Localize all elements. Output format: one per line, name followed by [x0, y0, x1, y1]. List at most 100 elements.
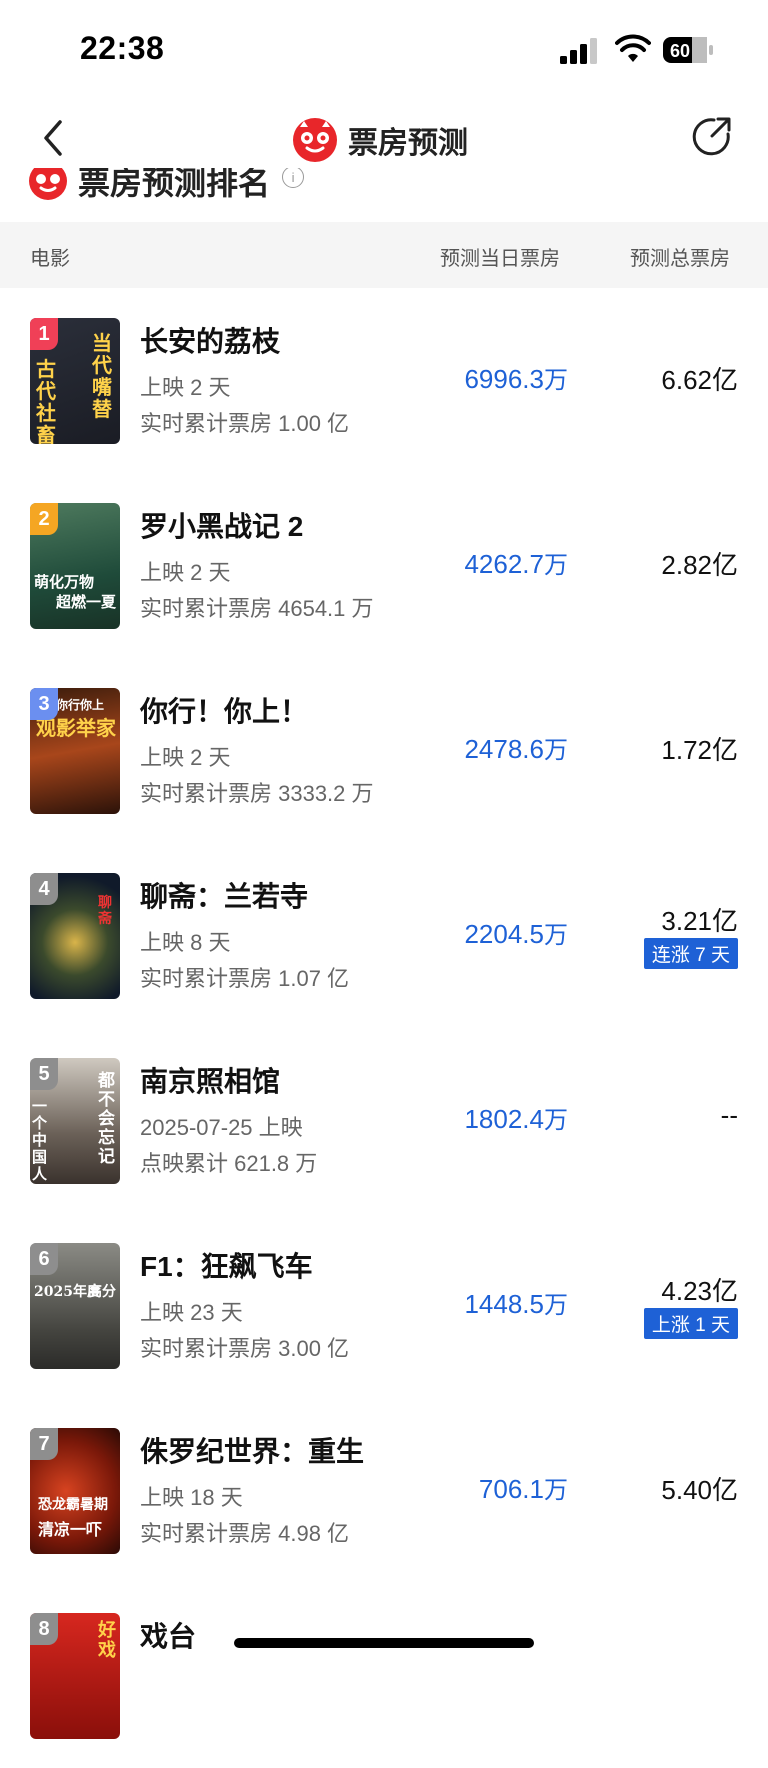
total-forecast-value: 3.21亿	[661, 906, 738, 936]
total-forecast-value: 1.72亿	[661, 735, 738, 765]
total-forecast-value: --	[720, 1100, 738, 1130]
column-header-day-forecast[interactable]: 预测当日票房	[440, 242, 560, 271]
cumulative-box-office: 实时累计票房 1.07 亿	[140, 966, 350, 991]
cumulative-box-office: 实时累计票房 3.00 亿	[140, 1336, 350, 1361]
movie-poster[interactable]: 2025年度 高分 6	[30, 1243, 120, 1369]
movie-poster[interactable]: 萌化万物 超燃一夏 2	[30, 503, 120, 629]
total-forecast-value: 5.40亿	[661, 1475, 738, 1505]
day-forecast-number: 2204.5	[464, 919, 544, 949]
day-forecast-value: 1802.4万	[464, 1100, 568, 1135]
trend-badge: 连涨 7 天	[643, 938, 738, 969]
movie-row[interactable]: 你行你上 观影举家 3 你行！你上！ 上映 2 天 实时累计票房 3333.2 …	[0, 658, 768, 843]
release-info: 上映 2 天	[140, 560, 231, 585]
day-forecast-number: 1448.5	[464, 1289, 544, 1319]
rank-badge: 1	[30, 318, 58, 350]
release-info: 2025-07-25 上映	[140, 1115, 303, 1140]
rank-badge: 4	[30, 873, 58, 905]
info-icon[interactable]: i	[282, 168, 305, 188]
movie-row[interactable]: 聊斋 4 聊斋：兰若寺 上映 8 天 实时累计票房 1.07 亿 2204.5万…	[0, 843, 768, 1028]
movie-row[interactable]: 恐龙霸暑期 清凉一吓 7 侏罗纪世界：重生 上映 18 天 实时累计票房 4.9…	[0, 1398, 768, 1583]
nav-title-group: 票房预测	[292, 112, 468, 168]
home-indicator[interactable]	[234, 1638, 534, 1648]
day-forecast-number: 2478.6	[464, 734, 544, 764]
movie-poster[interactable]: 都不会忘记 一个中国人 5	[30, 1058, 120, 1184]
day-forecast-value: 2204.5万	[464, 915, 568, 950]
movie-title: 侏罗纪世界：重生	[140, 1436, 365, 1467]
section-title: 票房预测排名	[78, 168, 271, 201]
release-info: 上映 18 天	[140, 1485, 243, 1510]
movie-poster[interactable]: 当代嘴替 古代社畜 1	[30, 318, 120, 444]
day-forecast-unit: 万	[544, 922, 568, 949]
poster-caption: 好戏	[98, 1620, 116, 1661]
trend-badge: 上涨 1 天	[643, 1308, 738, 1339]
day-forecast-number: 1802.4	[464, 1104, 544, 1134]
release-info: 上映 23 天	[140, 1300, 243, 1325]
release-info: 上映 2 天	[140, 375, 231, 400]
day-forecast-value: 4262.7万	[464, 545, 568, 580]
poster-caption: 一个中国人	[32, 1097, 48, 1183]
total-forecast-value: 6.62亿	[661, 365, 738, 395]
table-header: 电影 预测当日票房 预测总票房	[0, 222, 768, 288]
page-title: 票房预测	[348, 127, 468, 160]
cumulative-box-office: 点映累计 621.8 万	[140, 1151, 318, 1176]
battery-icon: 60	[663, 37, 713, 63]
day-forecast-number: 4262.7	[464, 549, 544, 579]
day-forecast-unit: 万	[544, 1292, 568, 1319]
battery-level: 60	[670, 41, 690, 61]
rank-badge: 5	[30, 1058, 58, 1090]
day-forecast-unit: 万	[544, 1107, 568, 1134]
poster-caption: 古代社畜	[36, 357, 56, 444]
column-header-movie: 电影	[30, 248, 70, 270]
cumulative-box-office: 实时累计票房 4.98 亿	[140, 1521, 350, 1546]
movie-row[interactable]: 都不会忘记 一个中国人 5 南京照相馆 2025-07-25 上映 点映累计 6…	[0, 1028, 768, 1213]
movie-poster[interactable]: 好戏 8	[30, 1613, 120, 1739]
movie-title: 长安的荔枝	[140, 326, 281, 357]
status-time: 22:38	[80, 30, 165, 66]
poster-caption: 聊斋	[98, 895, 112, 927]
cumulative-box-office: 实时累计票房 4654.1 万	[140, 596, 374, 621]
day-forecast-number: 6996.3	[464, 364, 544, 394]
maoyan-cat-logo-icon	[29, 168, 67, 200]
column-header-total-forecast[interactable]: 预测总票房	[630, 242, 730, 271]
rank-badge: 2	[30, 503, 58, 535]
poster-caption: 清凉一吓	[38, 1520, 103, 1539]
wifi-icon	[615, 34, 651, 62]
poster-caption: 萌化万物	[34, 573, 95, 591]
day-forecast-unit: 万	[544, 367, 568, 394]
section-heading: 票房预测排名 i	[28, 168, 428, 208]
total-forecast-value: 2.82亿	[661, 550, 738, 580]
poster-caption: 超燃一夏	[56, 593, 117, 611]
poster-caption: 高分	[88, 1284, 116, 1300]
release-info: 上映 2 天	[140, 745, 231, 770]
day-forecast-value: 6996.3万	[464, 360, 568, 395]
movie-row[interactable]: 好戏 8 戏台	[0, 1583, 768, 1768]
rank-badge: 7	[30, 1428, 58, 1460]
day-forecast-unit: 万	[544, 552, 568, 579]
rank-badge: 3	[30, 688, 58, 720]
back-arrow-icon[interactable]	[36, 114, 72, 162]
poster-caption: 当代嘴替	[92, 331, 112, 421]
status-bar: 22:38 60	[0, 0, 768, 100]
movie-poster[interactable]: 聊斋 4	[30, 873, 120, 999]
release-info: 上映 8 天	[140, 930, 231, 955]
movie-title: 罗小黑战记 2	[140, 511, 304, 542]
poster-caption: 都不会忘记	[98, 1071, 115, 1167]
share-icon[interactable]	[690, 114, 734, 158]
rank-badge: 8	[30, 1613, 58, 1645]
movie-row[interactable]: 当代嘴替 古代社畜 1 长安的荔枝 上映 2 天 实时累计票房 1.00 亿 6…	[0, 288, 768, 473]
maoyan-cat-logo-icon	[293, 118, 337, 162]
day-forecast-unit: 万	[544, 737, 568, 764]
day-forecast-value: 2478.6万	[464, 730, 568, 765]
movie-poster[interactable]: 恐龙霸暑期 清凉一吓 7	[30, 1428, 120, 1554]
movie-title: 戏台	[140, 1621, 197, 1652]
cumulative-box-office: 实时累计票房 3333.2 万	[140, 781, 374, 806]
movie-row[interactable]: 萌化万物 超燃一夏 2 罗小黑战记 2 上映 2 天 实时累计票房 4654.1…	[0, 473, 768, 658]
movie-row[interactable]: 2025年度 高分 6 F1：狂飙飞车 上映 23 天 实时累计票房 3.00 …	[0, 1213, 768, 1398]
poster-caption: 你行你上	[56, 698, 105, 712]
movie-title: 你行！你上！	[140, 696, 309, 727]
movie-poster[interactable]: 你行你上 观影举家 3	[30, 688, 120, 814]
day-forecast-unit: 万	[544, 1477, 568, 1504]
movie-list: 当代嘴替 古代社畜 1 长安的荔枝 上映 2 天 实时累计票房 1.00 亿 6…	[0, 288, 768, 1768]
movie-title: 聊斋：兰若寺	[140, 881, 309, 912]
day-forecast-number: 706.1	[478, 1474, 544, 1504]
